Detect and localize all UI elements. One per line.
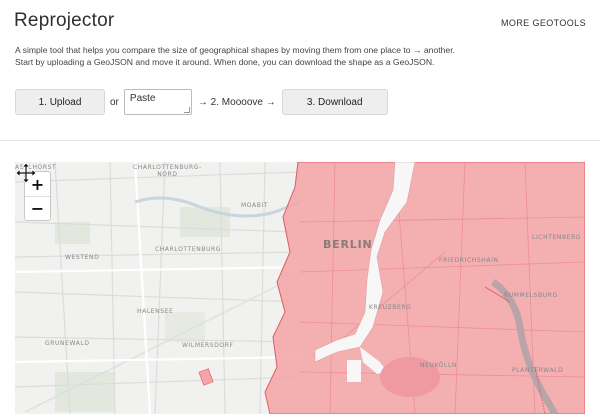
- map-label-wilmersdorf: WILMERSDORF: [182, 342, 234, 349]
- more-geotools-link[interactable]: MORE GEOTOOLS: [501, 18, 586, 28]
- move-step-label: → 2. Moooove →: [197, 96, 276, 108]
- intro-text: A simple tool that helps you compare the…: [15, 44, 590, 68]
- map-label-charlottenburg: CHARLOTTENBURG: [155, 246, 222, 253]
- zoom-out-button[interactable]: −: [25, 196, 50, 220]
- map-view[interactable]: + − ASELHORST CHARLOTTENBURG- NORD MOABI…: [15, 162, 585, 414]
- map-label-neukolln: NEUKÖLLN: [420, 362, 457, 369]
- download-button[interactable]: 3. Download: [281, 89, 388, 115]
- map-canvas[interactable]: [15, 162, 585, 414]
- map-label-grunewald: GRUNEWALD: [45, 340, 90, 347]
- map-label-halensee: HALENSEE: [137, 308, 174, 315]
- park-area: [165, 312, 205, 342]
- toolbar: 1. Upload or Paste → 2. Moooove → 3. Dow…: [15, 88, 388, 116]
- map-label-plaenterwald: PLANTERWALD: [512, 367, 564, 374]
- upload-button[interactable]: 1. Upload: [15, 89, 105, 115]
- move-cursor-icon[interactable]: [15, 162, 37, 184]
- map-label-kreuzberg: KREUZBERG: [369, 304, 412, 311]
- park-area: [180, 207, 230, 237]
- or-label: or: [110, 96, 119, 108]
- app-title: Reprojector: [14, 10, 115, 31]
- map-label-rummelsburg: RUMMELSBURG: [504, 292, 558, 299]
- intro-line-2: Start by uploading a GeoJSON and move it…: [15, 57, 435, 67]
- overlay-fragment: [198, 368, 214, 386]
- map-label-moabit: MOABIT: [241, 202, 269, 209]
- water-basin: [347, 360, 361, 382]
- map-label-westend: WESTEND: [65, 254, 100, 261]
- paste-textarea[interactable]: Paste: [123, 89, 192, 115]
- divider: [0, 140, 600, 141]
- map-label-friedrichshain: FRIEDRICHSHAIN: [439, 257, 499, 264]
- intro-line-1: A simple tool that helps you compare the…: [15, 45, 455, 55]
- map-label-charlottenburg-nord: CHARLOTTENBURG- NORD: [133, 164, 202, 178]
- resize-grip-icon[interactable]: [183, 107, 190, 113]
- map-label-lichtenberg: LICHTENBERG: [532, 234, 582, 241]
- map-label-berlin: BERLIN: [323, 238, 373, 251]
- paste-placeholder: Paste: [129, 93, 156, 104]
